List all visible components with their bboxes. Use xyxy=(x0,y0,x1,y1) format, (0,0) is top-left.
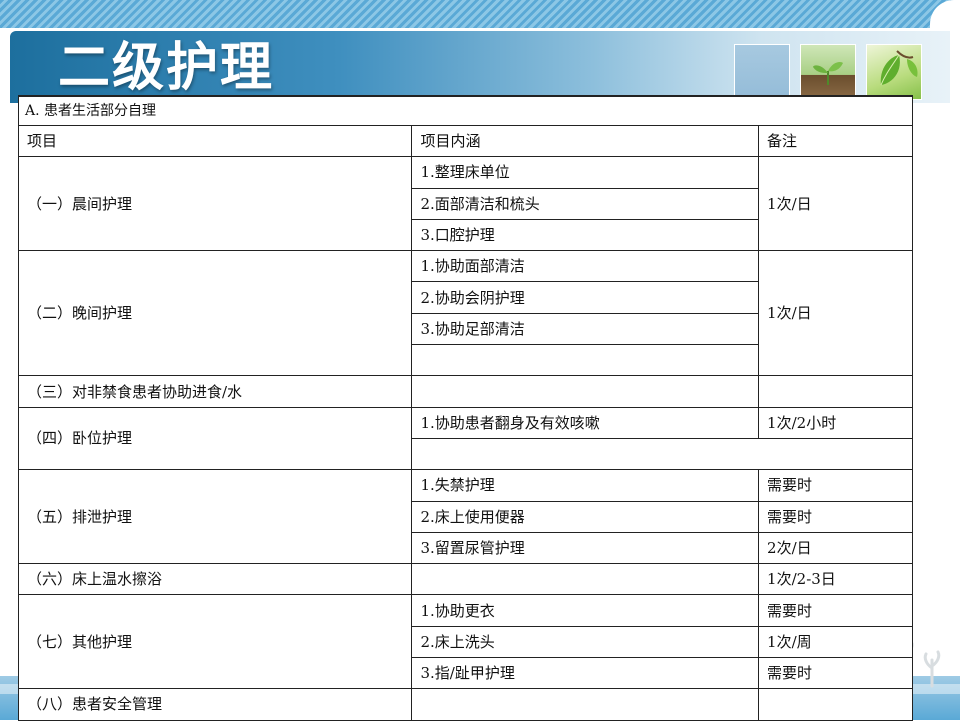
care-table: A. 患者生活部分自理 项目 项目内涵 备注 （一）晨间护理 1.整理床单位 1… xyxy=(17,95,913,721)
content-cell: 3.留置尿管护理 xyxy=(411,531,760,565)
note-cell: 2次/日 xyxy=(758,531,913,565)
table-row: （四）卧位护理 1.协助患者翻身及有效咳嗽 1次/2小时 xyxy=(17,406,913,471)
sprout-icon xyxy=(800,44,856,100)
note-cell: 需要时 xyxy=(758,469,913,502)
header-row: 项目 项目内涵 备注 xyxy=(17,124,913,158)
content-cell: 3.口腔护理 xyxy=(411,218,760,252)
item-cell: （七）其他护理 xyxy=(17,594,413,690)
content-cell: 3.协助足部清洁 xyxy=(411,312,760,346)
item-cell: （六）床上温水擦浴 xyxy=(17,563,413,596)
note-cell: 1次/周 xyxy=(758,625,913,659)
note-cell: 1次/2小时 xyxy=(758,406,913,439)
content-cell: 1.整理床单位 xyxy=(411,156,760,189)
care-table-container: A. 患者生活部分自理 项目 项目内涵 备注 （一）晨间护理 1.整理床单位 1… xyxy=(17,95,913,721)
content-cell: 1.失禁护理 xyxy=(411,469,760,502)
content-cell: 3.指/趾甲护理 xyxy=(411,657,760,690)
content-cell: 1.协助患者翻身及有效咳嗽 xyxy=(411,406,760,439)
section-label: A. 患者生活部分自理 xyxy=(18,95,913,126)
item-cell: （八）患者安全管理 xyxy=(17,688,413,721)
header-item: 项目 xyxy=(17,124,413,158)
content-cell: 2.协助会阴护理 xyxy=(411,281,760,314)
table-row: （一）晨间护理 1.整理床单位 1次/日 xyxy=(17,156,913,252)
table-row: （八）患者安全管理 xyxy=(17,688,913,721)
content-cell xyxy=(411,375,760,408)
header-note: 备注 xyxy=(758,124,913,158)
table-row: （六）床上温水擦浴 1次/2-3日 xyxy=(17,563,913,596)
content-cell: 2.床上洗头 xyxy=(411,625,760,659)
note-cell xyxy=(758,375,913,408)
content-cell: 2.面部清洁和梳头 xyxy=(411,187,760,220)
header-content: 项目内涵 xyxy=(411,124,760,158)
top-stripe xyxy=(0,0,960,28)
page-title: 二级护理 xyxy=(58,38,275,98)
content-cell xyxy=(411,688,760,721)
note-cell: 需要时 xyxy=(758,657,913,690)
note-cell: 需要时 xyxy=(758,594,913,627)
content-cell: 1.协助更衣 xyxy=(411,594,760,627)
item-cell: （五）排泄护理 xyxy=(17,469,413,565)
leaf-icon xyxy=(866,44,922,100)
table-row: （七）其他护理 1.协助更衣 需要时 xyxy=(17,594,913,690)
content-cell: 1.协助面部清洁 xyxy=(411,250,760,283)
note-cell: 1次/日 xyxy=(758,156,913,252)
table-row: （五）排泄护理 1.失禁护理 需要时 xyxy=(17,469,913,565)
section-row: A. 患者生活部分自理 xyxy=(18,95,913,126)
note-cell: 1次/日 xyxy=(758,250,913,377)
note-cell: 需要时 xyxy=(758,500,913,533)
item-cell: （三）对非禁食患者协助进食/水 xyxy=(17,375,413,408)
content-cell xyxy=(411,437,913,471)
blank-thumbnail xyxy=(734,44,790,100)
table-row: （三）对非禁食患者协助进食/水 xyxy=(17,375,913,408)
content-cell xyxy=(411,344,760,377)
table-row: （二）晚间护理 1.协助面部清洁 1次/日 xyxy=(17,250,913,377)
item-cell: （一）晨间护理 xyxy=(17,156,413,252)
note-cell xyxy=(758,688,913,721)
item-cell: （二）晚间护理 xyxy=(17,250,413,377)
content-cell: 2.床上使用便器 xyxy=(411,500,760,533)
note-cell: 1次/2-3日 xyxy=(758,563,913,596)
item-cell: （四）卧位护理 xyxy=(17,406,413,471)
content-cell xyxy=(411,563,760,596)
